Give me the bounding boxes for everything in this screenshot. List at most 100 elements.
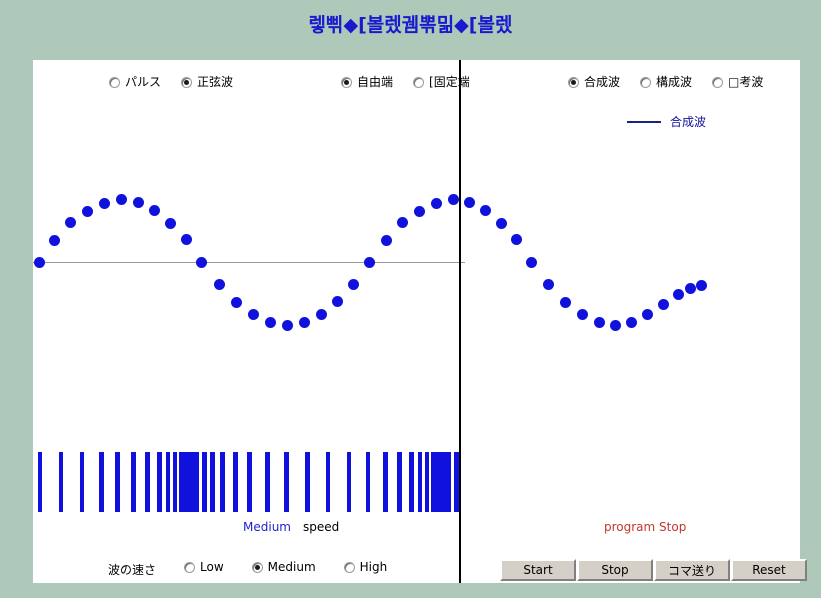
radio-display-1[interactable]: 構成波 [640, 75, 692, 89]
radio-button-icon[interactable] [413, 76, 425, 88]
density-bar-18 [305, 452, 310, 512]
radio-group-waveform[interactable]: パルス 正弦波 [109, 73, 233, 91]
wave-particle-12 [230, 296, 242, 308]
wave-particle-26 [463, 196, 475, 208]
radio-speed-label-0: Low [200, 560, 224, 574]
speed-status-value: Medium [243, 520, 291, 534]
wave-particle-7 [148, 204, 160, 216]
line-swatch-icon [627, 120, 661, 123]
wave-particle-13 [247, 308, 259, 320]
radio-button-icon[interactable] [343, 562, 355, 573]
density-bar-17 [284, 452, 289, 512]
wave-particle-0 [33, 256, 45, 268]
program-status: program Stop [604, 520, 687, 534]
radio-button-icon[interactable] [640, 76, 652, 88]
radio-button-icon[interactable] [568, 76, 579, 88]
radio-group-display[interactable]: 合成波 構成波 □考波 [568, 73, 763, 91]
density-bar-10 [179, 452, 199, 512]
density-bar-2 [80, 452, 84, 512]
legend-label: 合成波 [670, 115, 707, 129]
wave-particle-10 [195, 256, 207, 268]
stop-button[interactable]: Stop [577, 559, 653, 581]
equilibrium-axis [33, 262, 465, 263]
speed-control-label: 波の速さ [108, 562, 157, 577]
start-button[interactable]: Start [500, 559, 576, 581]
wave-particle-38 [657, 298, 669, 310]
radio-endtype-1[interactable]: [固定端 [413, 75, 470, 89]
radio-button-icon[interactable] [184, 562, 196, 573]
radio-button-icon[interactable] [712, 76, 724, 88]
density-bar-26 [425, 452, 429, 512]
wave-particle-27 [479, 204, 491, 216]
radio-waveform-label-0: パルス [125, 74, 162, 89]
wave-particle-28 [495, 217, 507, 229]
wave-particle-20 [363, 256, 375, 268]
frame-advance-button[interactable]: コマ送り [654, 559, 730, 581]
wave-particle-35 [609, 319, 621, 331]
wave-particle-34 [593, 316, 605, 328]
wave-particle-8 [164, 217, 176, 229]
speed-control-row[interactable]: 波の速さ Low Medium High [108, 560, 387, 578]
radio-endtype-0[interactable]: 自由端 [341, 74, 394, 89]
wave-particle-2 [64, 216, 76, 228]
radio-speed-label-2: High [359, 560, 388, 574]
reset-button[interactable]: Reset [731, 559, 807, 581]
density-bar-9 [173, 452, 177, 512]
wave-particle-36 [625, 316, 637, 328]
density-bar-14 [233, 452, 238, 512]
radio-display-label-0: 合成波 [584, 74, 621, 89]
density-bar-25 [418, 452, 422, 512]
density-bar-22 [383, 452, 388, 512]
radio-group-speed[interactable]: Low Medium High [184, 560, 387, 578]
wave-particle-19 [347, 278, 359, 290]
density-bar-6 [145, 452, 150, 512]
density-bar-12 [210, 452, 215, 512]
radio-group-endtype[interactable]: 自由端 [固定端 [341, 73, 470, 91]
radio-button-icon[interactable] [251, 562, 263, 573]
radio-display-label-2: □考波 [728, 74, 764, 89]
radio-waveform-1[interactable]: 正弦波 [181, 74, 234, 89]
radio-speed-2[interactable]: High [343, 560, 388, 574]
density-bar-21 [366, 452, 370, 512]
wave-particle-18 [331, 295, 343, 307]
radio-button-icon[interactable] [341, 76, 352, 88]
boundary-wall-line [459, 60, 461, 583]
wave-particle-31 [542, 278, 554, 290]
density-bar-15 [247, 452, 252, 512]
radio-speed-1[interactable]: Medium [251, 560, 316, 574]
wave-particle-33 [576, 308, 588, 320]
wave-particle-15 [281, 319, 293, 331]
density-bar-8 [166, 452, 170, 512]
legend: 合成波 [627, 113, 706, 130]
wave-particle-25 [447, 193, 459, 205]
radio-waveform-label-1: 正弦波 [197, 74, 234, 89]
radio-display-2[interactable]: □考波 [712, 74, 764, 89]
radio-speed-label-1: Medium [267, 560, 316, 574]
density-bar-1 [59, 452, 63, 512]
wave-particle-30 [525, 256, 537, 268]
density-bar-3 [99, 452, 104, 512]
radio-waveform-0[interactable]: パルス [109, 74, 162, 89]
density-bar-24 [409, 452, 414, 512]
radio-endtype-label-0: 自由端 [357, 74, 394, 89]
radio-display-0[interactable]: 合成波 [568, 74, 621, 89]
density-bar-7 [157, 452, 162, 512]
page-title: 렣삒◆[볼렜궴뽂밂◆[볼렜 [308, 14, 513, 36]
density-bar-27 [431, 452, 451, 512]
wave-particle-21 [380, 234, 392, 246]
wave-particle-22 [396, 216, 408, 228]
wave-particle-24 [430, 197, 442, 209]
wave-particle-6 [132, 196, 144, 208]
wave-particle-29 [510, 233, 522, 245]
radio-speed-0[interactable]: Low [184, 561, 224, 574]
wave-particle-9 [180, 233, 192, 245]
wave-simulation-canvas[interactable] [33, 60, 800, 583]
density-bar-0 [38, 452, 42, 512]
radio-button-icon[interactable] [109, 76, 120, 88]
radio-button-icon[interactable] [181, 76, 193, 88]
density-bar-11 [202, 452, 207, 512]
density-bar-23 [397, 452, 402, 512]
wave-particle-16 [298, 316, 310, 328]
wave-particle-32 [559, 296, 571, 308]
button-bar[interactable]: Start Stop コマ送り Reset [500, 559, 807, 581]
